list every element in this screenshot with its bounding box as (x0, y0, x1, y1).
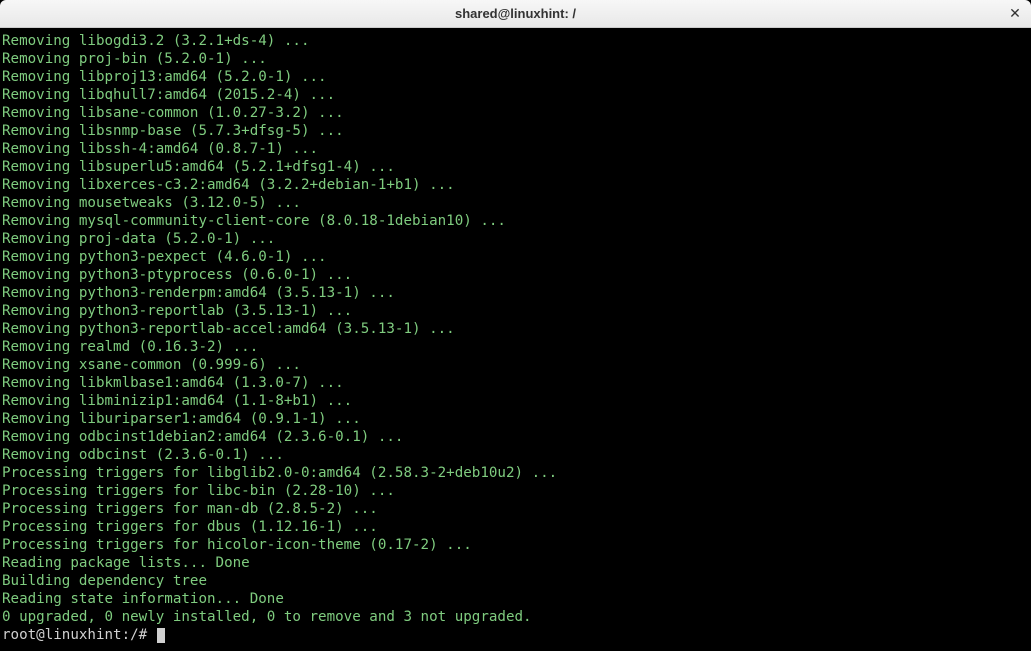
terminal-line: Processing triggers for hicolor-icon-the… (2, 536, 1029, 554)
terminal-line: Removing libkmlbase1:amd64 (1.3.0-7) ... (2, 374, 1029, 392)
terminal-output[interactable]: Removing libogdi3.2 (3.2.1+ds-4) ... Rem… (0, 28, 1031, 651)
terminal-line: Processing triggers for libglib2.0-0:amd… (2, 464, 1029, 482)
terminal-line: Removing mysql-community-client-core (8.… (2, 212, 1029, 230)
terminal-line: Removing realmd (0.16.3-2) ... (2, 338, 1029, 356)
terminal-line: Removing libssh-4:amd64 (0.8.7-1) ... (2, 140, 1029, 158)
terminal-line: Removing libqhull7:amd64 (2015.2-4) ... (2, 86, 1029, 104)
terminal-line: Removing proj-data (5.2.0-1) ... (2, 230, 1029, 248)
terminal-line: Removing xsane-common (0.999-6) ... (2, 356, 1029, 374)
terminal-line: Removing python3-ptyprocess (0.6.0-1) ..… (2, 266, 1029, 284)
terminal-line: Removing python3-pexpect (4.6.0-1) ... (2, 248, 1029, 266)
terminal-line: Removing python3-renderpm:amd64 (3.5.13-… (2, 284, 1029, 302)
terminal-line: Removing mousetweaks (3.12.0-5) ... (2, 194, 1029, 212)
terminal-line: Removing libproj13:amd64 (5.2.0-1) ... (2, 68, 1029, 86)
terminal-line: Removing odbcinst1debian2:amd64 (2.3.6-0… (2, 428, 1029, 446)
window-titlebar: shared@linuxhint: / ✕ (0, 0, 1031, 28)
terminal-prompt: root@linuxhint:/# (2, 627, 147, 643)
close-icon[interactable]: ✕ (1007, 6, 1023, 22)
terminal-line: Removing libsuperlu5:amd64 (5.2.1+dfsg1-… (2, 158, 1029, 176)
terminal-line: Building dependency tree (2, 572, 1029, 590)
terminal-line: Removing odbcinst (2.3.6-0.1) ... (2, 446, 1029, 464)
terminal-line: Reading state information... Done (2, 590, 1029, 608)
terminal-line: Removing python3-reportlab-accel:amd64 (… (2, 320, 1029, 338)
terminal-line: Processing triggers for libc-bin (2.28-1… (2, 482, 1029, 500)
terminal-line: Reading package lists... Done (2, 554, 1029, 572)
terminal-line: Processing triggers for dbus (1.12.16-1)… (2, 518, 1029, 536)
terminal-line: Removing libsnmp-base (5.7.3+dfsg-5) ... (2, 122, 1029, 140)
terminal-line: Removing python3-reportlab (3.5.13-1) ..… (2, 302, 1029, 320)
window-title: shared@linuxhint: / (455, 6, 576, 21)
cursor-icon (157, 628, 165, 643)
terminal-line: Removing liburiparser1:amd64 (0.9.1-1) .… (2, 410, 1029, 428)
terminal-line: 0 upgraded, 0 newly installed, 0 to remo… (2, 608, 1029, 626)
terminal-line: Removing libsane-common (1.0.27-3.2) ... (2, 104, 1029, 122)
terminal-prompt-line: root@linuxhint:/# (2, 626, 1029, 644)
terminal-line: Removing proj-bin (5.2.0-1) ... (2, 50, 1029, 68)
terminal-line: Removing libminizip1:amd64 (1.1-8+b1) ..… (2, 392, 1029, 410)
terminal-line: Removing libxerces-c3.2:amd64 (3.2.2+deb… (2, 176, 1029, 194)
terminal-line: Removing libogdi3.2 (3.2.1+ds-4) ... (2, 32, 1029, 50)
terminal-line: Processing triggers for man-db (2.8.5-2)… (2, 500, 1029, 518)
